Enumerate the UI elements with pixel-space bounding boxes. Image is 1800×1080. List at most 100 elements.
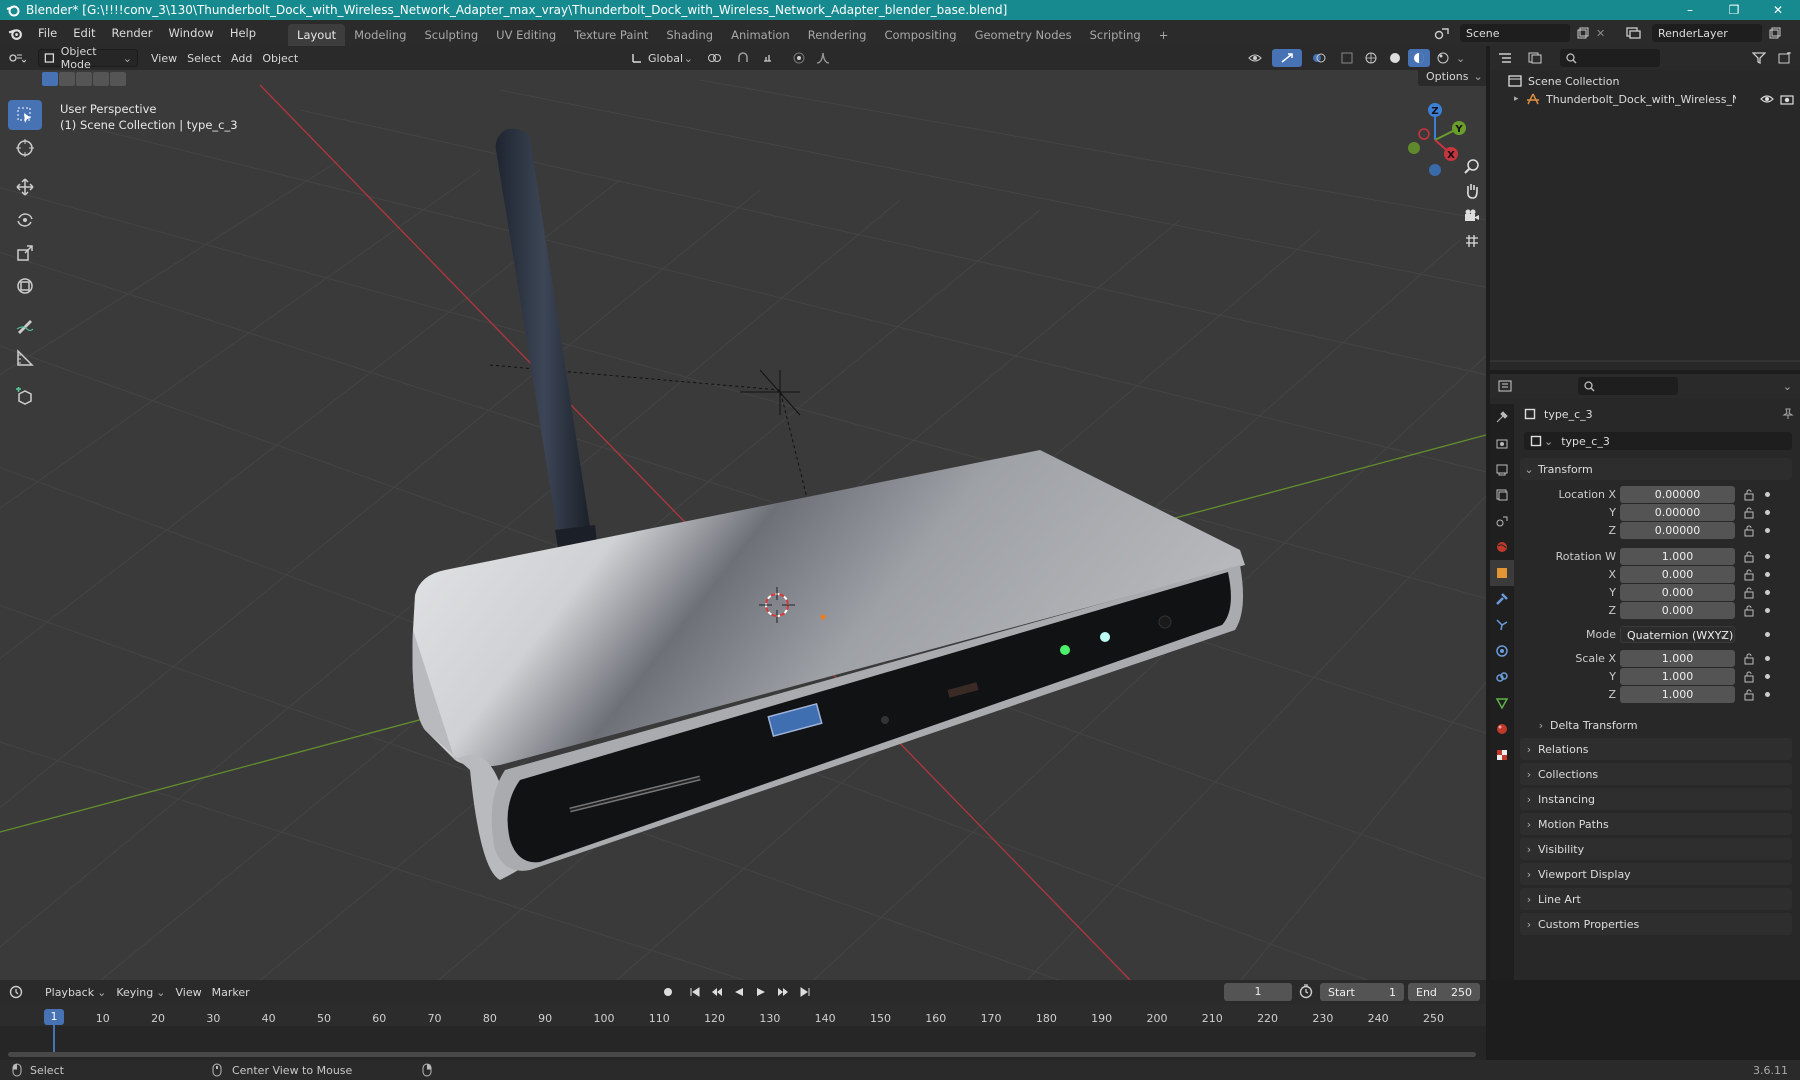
menu-help[interactable]: Help — [222, 20, 264, 46]
pivot-point-icon[interactable] — [700, 49, 730, 67]
timeline-scrollbar[interactable] — [8, 1052, 1476, 1057]
outliner-scrollbar[interactable] — [1490, 360, 1800, 362]
location-y-field[interactable]: 0.00000 — [1620, 504, 1735, 521]
lock-icon[interactable] — [1743, 551, 1755, 563]
keyframe-dot-icon[interactable] — [1765, 656, 1770, 661]
keyframe-dot-icon[interactable] — [1765, 674, 1770, 679]
keying-menu[interactable]: Keying ⌄ — [111, 983, 170, 1001]
scale-z-field[interactable]: 1.000 — [1620, 686, 1735, 703]
rotation-z-field[interactable]: 0.000 — [1620, 602, 1735, 619]
menu-edit[interactable]: Edit — [65, 20, 103, 46]
snap-target-icon[interactable] — [756, 49, 786, 67]
solid-shading-icon[interactable] — [1384, 49, 1406, 67]
play-reverse-icon[interactable] — [730, 983, 748, 1001]
expand-arrow-icon[interactable]: ▸ — [1514, 94, 1526, 104]
new-layer-icon[interactable] — [1766, 24, 1784, 42]
rendered-shading-icon[interactable] — [1432, 49, 1454, 67]
scene-collection-row[interactable]: Scene Collection — [1508, 72, 1619, 90]
pin-icon[interactable] — [1782, 408, 1794, 420]
scale-y-field[interactable]: 1.000 — [1620, 668, 1735, 685]
delete-scene-icon[interactable]: ✕ — [1596, 27, 1610, 40]
gizmo-toggle-icon[interactable] — [1272, 49, 1302, 67]
current-frame-field[interactable]: 1 — [1224, 983, 1292, 1001]
lock-icon[interactable] — [1743, 587, 1755, 599]
lock-icon[interactable] — [1743, 671, 1755, 683]
display-mode-icon[interactable] — [1520, 49, 1550, 67]
annotate-tool[interactable] — [8, 310, 42, 340]
scale-x-field[interactable]: 1.000 — [1620, 650, 1735, 667]
rotation-x-field[interactable]: 0.000 — [1620, 566, 1735, 583]
close-button[interactable]: ✕ — [1756, 0, 1800, 20]
jump-start-icon[interactable] — [686, 983, 704, 1001]
rotate-tool[interactable] — [8, 205, 42, 235]
keyframe-dot-icon[interactable] — [1765, 528, 1770, 533]
rotation-y-field[interactable]: 0.000 — [1620, 584, 1735, 601]
tab-animation[interactable]: Animation — [722, 24, 799, 46]
output-tab-icon[interactable] — [1490, 456, 1514, 482]
options-dropdown[interactable]: Options ⌄ — [1418, 70, 1486, 86]
modifier-tab-icon[interactable] — [1490, 586, 1514, 612]
play-icon[interactable] — [752, 983, 770, 1001]
viewport-scene[interactable] — [0, 70, 1486, 980]
tab-rendering[interactable]: Rendering — [799, 24, 876, 46]
location-x-field[interactable]: 0.00000 — [1620, 486, 1735, 503]
add-menu[interactable]: Add — [226, 49, 257, 67]
select-extend-icon[interactable] — [59, 72, 75, 86]
wireframe-shading-icon[interactable] — [1360, 49, 1382, 67]
lock-icon[interactable] — [1743, 605, 1755, 617]
timeline-view-menu[interactable]: View — [170, 983, 206, 1001]
view-layer-tab-icon[interactable] — [1490, 482, 1514, 508]
outliner-object-row[interactable]: ▸ Thunderbolt_Dock_with_Wireless_Netw — [1514, 90, 1794, 108]
select-intersect-icon[interactable] — [110, 72, 126, 86]
falloff-icon[interactable] — [812, 49, 834, 67]
tab-uv-editing[interactable]: UV Editing — [487, 24, 565, 46]
selectability-visibility-icon[interactable] — [1240, 49, 1270, 67]
filter-icon[interactable] — [1748, 49, 1770, 67]
select-subtract-icon[interactable] — [76, 72, 92, 86]
editor-type-icon[interactable] — [0, 49, 34, 67]
timeline-editor-type-icon[interactable] — [0, 983, 34, 1001]
blender-menu-icon[interactable] — [0, 26, 30, 41]
particles-tab-icon[interactable] — [1490, 612, 1514, 638]
tab-texture-paint[interactable]: Texture Paint — [565, 24, 657, 46]
tab-modeling[interactable]: Modeling — [345, 24, 415, 46]
select-box-tool[interactable] — [8, 100, 42, 130]
menu-render[interactable]: Render — [104, 20, 161, 46]
scene-selector[interactable]: Scene — [1460, 24, 1570, 42]
keyframe-dot-icon[interactable] — [1765, 632, 1770, 637]
proportional-edit-icon[interactable] — [788, 49, 810, 67]
material-preview-icon[interactable] — [1408, 49, 1430, 67]
record-icon[interactable] — [654, 983, 682, 1001]
keyframe-dot-icon[interactable] — [1765, 554, 1770, 559]
outliner-search-input[interactable] — [1560, 49, 1660, 67]
world-tab-icon[interactable] — [1490, 534, 1514, 560]
render-tab-icon[interactable] — [1490, 430, 1514, 456]
timeline-area[interactable]: 10 20 30 40 50 60 70 80 90 100 110 120 130 140 150 160 1… — [0, 1004, 1486, 1060]
properties-editor-type-icon[interactable] — [1490, 377, 1520, 395]
add-workspace-button[interactable]: + — [1150, 24, 1178, 46]
maximize-button[interactable]: ❐ — [1712, 0, 1756, 20]
data-tab-icon[interactable] — [1490, 690, 1514, 716]
viewport-display-panel-header[interactable]: › Viewport Display — [1520, 863, 1792, 885]
move-tool[interactable] — [8, 172, 42, 202]
material-tab-icon[interactable] — [1490, 716, 1514, 742]
transform-orientation-dropdown[interactable]: Global ⌄ — [626, 49, 698, 67]
delta-transform-subpanel[interactable]: › Delta Transform — [1532, 714, 1792, 736]
texture-tab-icon[interactable] — [1490, 742, 1514, 768]
menu-file[interactable]: File — [30, 20, 65, 46]
overlays-toggle-icon[interactable] — [1304, 49, 1334, 67]
keyframe-dot-icon[interactable] — [1765, 608, 1770, 613]
add-cube-tool[interactable] — [8, 382, 42, 412]
relations-panel-header[interactable]: › Relations — [1520, 738, 1792, 760]
tab-shading[interactable]: Shading — [657, 24, 722, 46]
lock-icon[interactable] — [1743, 689, 1755, 701]
prev-keyframe-icon[interactable] — [708, 983, 726, 1001]
tab-compositing[interactable]: Compositing — [875, 24, 965, 46]
view-layer-icon[interactable] — [1620, 24, 1648, 42]
rotation-mode-dropdown[interactable]: Quaternion (WXYZ) ⌄ — [1620, 626, 1735, 643]
object-menu[interactable]: Object — [257, 49, 303, 67]
line-art-panel-header[interactable]: › Line Art — [1520, 888, 1792, 910]
chevron-down-icon[interactable]: ⌄ — [1783, 380, 1792, 393]
outliner-editor-type-icon[interactable] — [1490, 49, 1520, 67]
pan-hand-icon[interactable] — [1460, 183, 1484, 208]
